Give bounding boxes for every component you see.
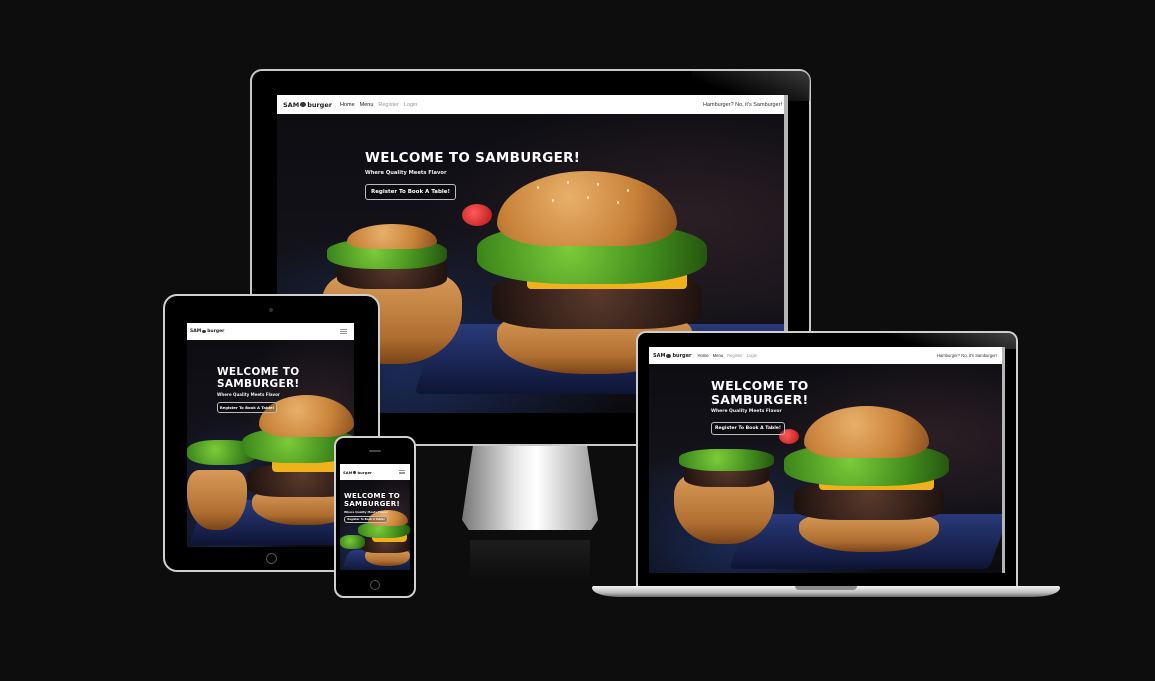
hero-subtitle: Where Quality Meets Flavor	[344, 510, 388, 514]
logo-text: burger	[307, 100, 332, 109]
burger-image	[497, 171, 677, 246]
desktop-nav: Home Menu Register Login	[340, 102, 417, 108]
laptop-screen: SAM burger Home Menu Register Login Hambu…	[649, 347, 1005, 573]
hamburger-menu-icon[interactable]	[399, 470, 405, 474]
burger-logo-icon	[202, 330, 207, 333]
tablet-screen: SAM burger WELCOME TO SAMBURGER! Where Qu…	[187, 323, 354, 547]
laptop-notch	[795, 586, 857, 590]
laptop-device: SAM burger Home Menu Register Login Hambu…	[636, 331, 1018, 588]
phone-screen: SAM burger WELCOME TO SAMBURGER! Where Qu…	[340, 464, 410, 570]
nav-home[interactable]: Home	[340, 102, 355, 108]
nav-home[interactable]: Home	[698, 353, 709, 358]
nav-login[interactable]: Login	[747, 353, 757, 358]
tablet-camera-icon	[269, 308, 273, 312]
desktop-logo[interactable]: SAM burger	[283, 101, 332, 109]
logo-text: burger	[672, 352, 692, 359]
burger-image	[679, 449, 774, 471]
logo-text: SAM	[190, 329, 202, 334]
burger-image	[340, 535, 365, 549]
tablet-logo[interactable]: SAM burger	[190, 329, 224, 334]
nav-register[interactable]: Register	[727, 353, 743, 358]
laptop-hero: WELCOME TO SAMBURGER! Where Quality Meet…	[649, 364, 1005, 573]
phone-speaker	[369, 450, 381, 452]
phone-logo[interactable]: SAM burger	[343, 470, 372, 475]
nav-tagline: Hamburger? No, it's Samburger!	[703, 101, 782, 108]
hero-subtitle: Where Quality Meets Flavor	[217, 392, 280, 397]
logo-text: SAM	[343, 469, 353, 475]
phone-device: SAM burger WELCOME TO SAMBURGER! Where Qu…	[334, 436, 416, 598]
laptop-navbar: SAM burger Home Menu Register Login Hambu…	[649, 347, 1005, 364]
burger-image	[804, 406, 929, 458]
phone-navbar: SAM burger	[340, 464, 410, 480]
register-button[interactable]: Register To Book A Table!	[711, 422, 785, 435]
nav-tagline: Hamburger? No, it's Samburger!	[936, 353, 997, 358]
hamburger-menu-icon[interactable]	[340, 329, 347, 334]
logo-text: SAM	[283, 100, 300, 109]
hero-title: WELCOME TO SAMBURGER!	[711, 378, 809, 407]
tablet-hero: WELCOME TO SAMBURGER! Where Quality Meet…	[187, 340, 354, 547]
nav-register[interactable]: Register	[378, 102, 398, 108]
phone-hero: WELCOME TO SAMBURGER! Where Quality Meet…	[340, 480, 410, 570]
nav-menu[interactable]: Menu	[360, 102, 374, 108]
hero-title: WELCOME TO SAMBURGER!	[365, 150, 581, 166]
logo-text: SAM	[653, 352, 666, 359]
hero-subtitle: Where Quality Meets Flavor	[365, 170, 447, 176]
tomato-image	[462, 204, 492, 226]
register-button[interactable]: Register To Book A Table!	[365, 184, 456, 200]
phone-home-button[interactable]	[370, 580, 380, 590]
scrollbar[interactable]	[1002, 347, 1005, 573]
nav-login[interactable]: Login	[404, 102, 417, 108]
hero-title: WELCOME TO SAMBURGER!	[217, 366, 300, 390]
burger-logo-icon	[666, 353, 672, 358]
stand-reflection	[470, 540, 590, 580]
nav-menu[interactable]: Menu	[713, 353, 723, 358]
desktop-navbar: SAM burger Home Menu Register Login Hambu…	[277, 95, 788, 114]
burger-image	[347, 224, 437, 249]
tablet-navbar: SAM burger	[187, 323, 354, 340]
laptop-logo[interactable]: SAM burger	[653, 353, 692, 359]
tablet-home-button[interactable]	[266, 553, 277, 564]
register-button[interactable]: Register To Book A Table!	[344, 516, 388, 523]
register-button[interactable]: Register To Book A Table!	[217, 402, 277, 413]
burger-logo-icon	[353, 470, 357, 474]
burger-logo-icon	[300, 102, 307, 107]
hero-subtitle: Where Quality Meets Flavor	[711, 409, 782, 414]
monitor-stand	[462, 446, 598, 530]
logo-text: burger	[357, 469, 372, 475]
hero-title: WELCOME TO SAMBURGER!	[344, 492, 400, 508]
laptop-nav: Home Menu Register Login	[698, 353, 758, 358]
logo-text: burger	[207, 329, 225, 334]
